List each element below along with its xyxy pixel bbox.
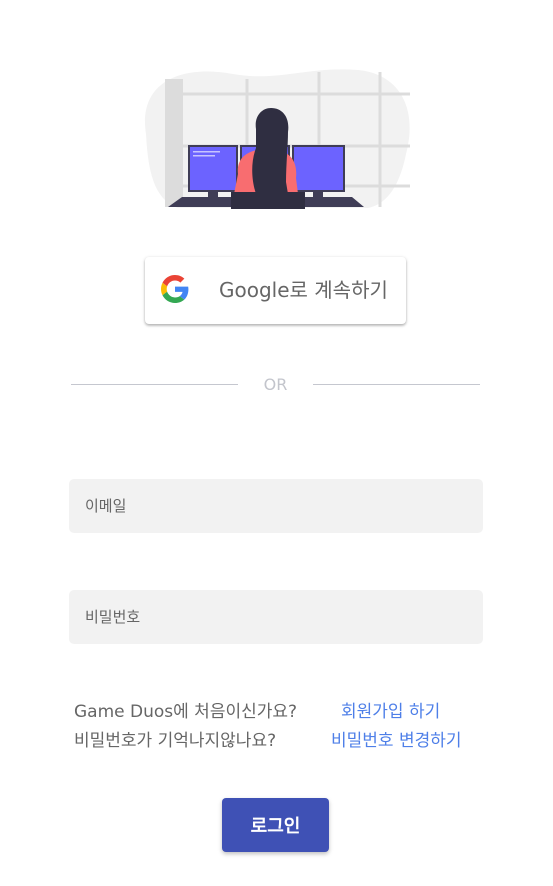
forgot-password-prompt-text: 비밀번호가 기억나지않나요? bbox=[74, 731, 277, 751]
google-signin-button[interactable]: Google로 계속하기 bbox=[145, 257, 406, 324]
email-input[interactable] bbox=[69, 479, 483, 533]
divider-line-left bbox=[71, 384, 238, 385]
password-input[interactable] bbox=[69, 590, 483, 644]
divider-line-right bbox=[313, 384, 480, 385]
google-g-icon bbox=[161, 275, 189, 303]
change-password-link[interactable]: 비밀번호 변경하기 bbox=[331, 726, 462, 751]
login-button[interactable]: 로그인 bbox=[222, 798, 329, 852]
person-at-computers-illustration bbox=[144, 69, 410, 209]
or-divider-text: OR bbox=[263, 375, 288, 394]
signup-prompt-text: Game Duos에 처음이신가요? bbox=[74, 702, 298, 722]
signup-link[interactable]: 회원가입 하기 bbox=[341, 697, 440, 722]
google-signin-label: Google로 계속하기 bbox=[219, 278, 388, 302]
